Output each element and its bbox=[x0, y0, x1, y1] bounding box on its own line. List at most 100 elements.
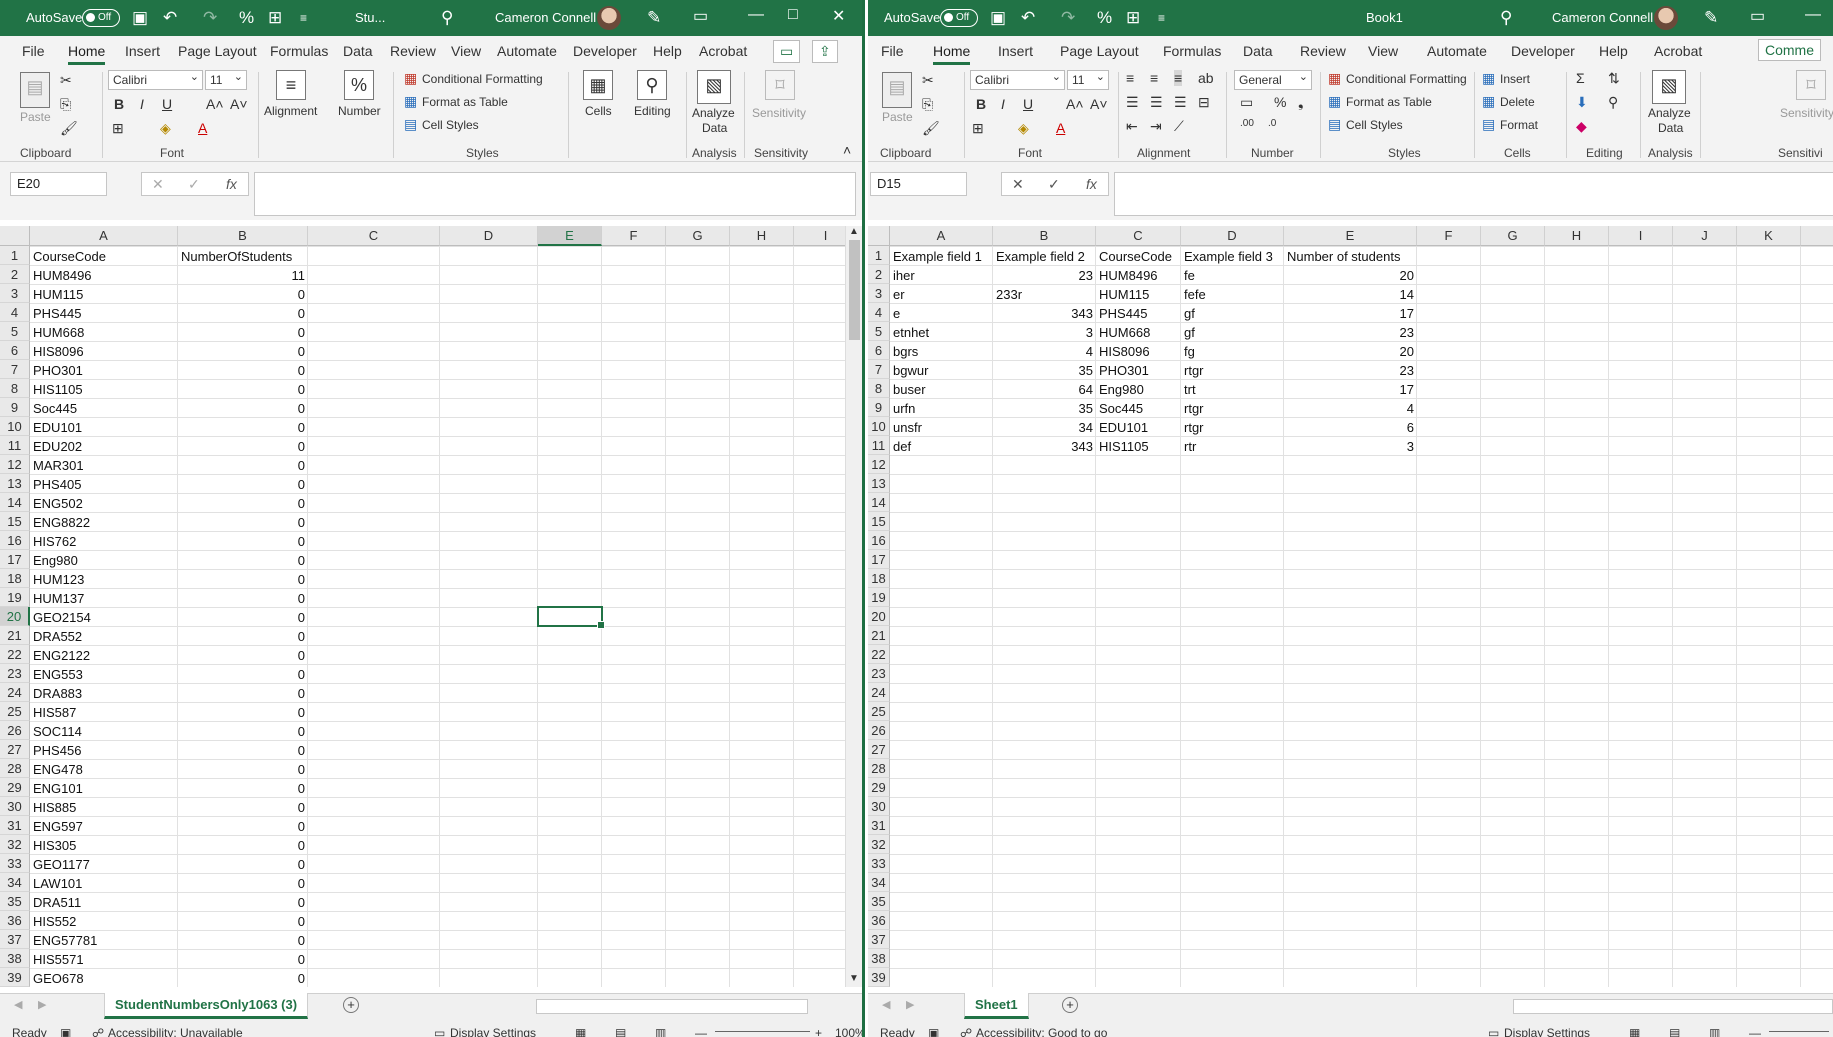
cell[interactable]: CourseCode bbox=[1096, 247, 1181, 266]
row-header[interactable]: 3 bbox=[0, 284, 30, 303]
tab-home[interactable]: Home bbox=[68, 43, 106, 65]
cut-icon[interactable]: ✂ bbox=[922, 72, 934, 89]
pen-icon[interactable]: ✎ bbox=[1704, 8, 1718, 28]
cell-styles-icon[interactable]: ▤ bbox=[1328, 116, 1341, 133]
cell[interactable]: 23 bbox=[993, 266, 1096, 285]
cell[interactable]: 0 bbox=[178, 551, 308, 570]
insert-function-icon[interactable]: fx bbox=[226, 173, 237, 195]
format-as-table-icon[interactable]: ▦ bbox=[404, 93, 417, 110]
cell[interactable]: e bbox=[890, 304, 993, 323]
row-header[interactable]: 8 bbox=[0, 379, 30, 398]
row-header[interactable]: 10 bbox=[0, 417, 30, 436]
cell[interactable]: 4 bbox=[1284, 399, 1417, 418]
cell[interactable]: HUM668 bbox=[30, 323, 178, 342]
row-header[interactable]: 8 bbox=[868, 379, 890, 398]
percent-icon[interactable]: % bbox=[1097, 8, 1112, 28]
tab-view[interactable]: View bbox=[451, 43, 481, 59]
share-icon[interactable]: ⇪ bbox=[812, 40, 838, 63]
cell[interactable]: 0 bbox=[178, 627, 308, 646]
align-bottom-icon[interactable]: ≡ bbox=[1174, 70, 1183, 86]
format-cells-icon[interactable]: ▤ bbox=[1482, 116, 1495, 133]
row-header[interactable]: 13 bbox=[868, 474, 890, 493]
column-header-c[interactable]: C bbox=[1096, 226, 1181, 246]
sort-filter-icon[interactable]: ⇅ bbox=[1608, 70, 1620, 87]
sensitivity-label[interactable]: Sensitivity bbox=[752, 106, 806, 120]
cell[interactable]: 0 bbox=[178, 532, 308, 551]
row-header[interactable]: 4 bbox=[868, 303, 890, 322]
row-header[interactable]: 29 bbox=[0, 778, 30, 797]
vertical-scrollbar[interactable]: ▲ ▼ bbox=[845, 226, 862, 987]
fill-color-icon[interactable]: ◈ bbox=[160, 120, 171, 137]
cell[interactable]: rtgr bbox=[1181, 399, 1284, 418]
cell[interactable]: 0 bbox=[178, 304, 308, 323]
format-icon[interactable]: ⊞ bbox=[1126, 8, 1140, 28]
clear-icon[interactable]: ◆ bbox=[1576, 118, 1587, 135]
cell[interactable]: MAR301 bbox=[30, 456, 178, 475]
cell[interactable]: SOC114 bbox=[30, 722, 178, 741]
cell[interactable]: Soc445 bbox=[30, 399, 178, 418]
underline-icon[interactable]: U bbox=[1023, 96, 1033, 112]
sheet-tab[interactable]: StudentNumbersOnly1063 (3) bbox=[104, 993, 309, 1019]
number-label[interactable]: Number bbox=[338, 104, 381, 118]
column-header-i[interactable]: I bbox=[1609, 226, 1673, 246]
cell[interactable]: ENG8822 bbox=[30, 513, 178, 532]
row-header[interactable]: 20 bbox=[0, 607, 30, 626]
cell[interactable]: Example field 1 bbox=[890, 247, 993, 266]
font-name-combo[interactable]: Calibri bbox=[970, 68, 1065, 90]
format-as-table-button[interactable]: Format as Table bbox=[422, 95, 508, 109]
cell[interactable]: 0 bbox=[178, 836, 308, 855]
cell[interactable]: 0 bbox=[178, 741, 308, 760]
cell[interactable]: GEO678 bbox=[30, 969, 178, 988]
normal-view-icon[interactable]: ▦ bbox=[575, 1026, 586, 1037]
row-header[interactable]: 24 bbox=[0, 683, 30, 702]
comma-style-icon[interactable]: ❟ bbox=[1298, 94, 1304, 111]
prev-sheet-icon[interactable]: ◀ bbox=[882, 998, 890, 1011]
cancel-icon[interactable]: ✕ bbox=[1012, 173, 1024, 195]
name-box[interactable]: E20 bbox=[10, 172, 107, 196]
row-header[interactable]: 17 bbox=[868, 550, 890, 569]
row-header[interactable]: 5 bbox=[0, 322, 30, 341]
tab-developer[interactable]: Developer bbox=[1511, 43, 1575, 59]
copy-icon[interactable]: ⎘ bbox=[922, 96, 933, 113]
file-name[interactable]: Book1 bbox=[1366, 10, 1403, 25]
delete-cells-button[interactable]: Delete bbox=[1500, 95, 1535, 109]
zoom-out-icon[interactable]: — bbox=[1749, 1026, 1761, 1037]
decrease-decimal-icon[interactable]: .0 bbox=[1268, 118, 1276, 129]
cell[interactable]: Example field 3 bbox=[1181, 247, 1284, 266]
column-header-g[interactable]: G bbox=[1481, 226, 1545, 246]
cell[interactable]: CourseCode bbox=[30, 247, 178, 266]
formula-input[interactable] bbox=[254, 172, 856, 216]
cell[interactable]: 0 bbox=[178, 399, 308, 418]
cell[interactable]: 0 bbox=[178, 494, 308, 513]
cell[interactable]: PHS445 bbox=[30, 304, 178, 323]
decrease-font-icon[interactable]: A˅ bbox=[1090, 96, 1108, 112]
sheet-tab[interactable]: Sheet1 bbox=[964, 993, 1029, 1019]
column-header-g[interactable]: G bbox=[666, 226, 730, 246]
cell[interactable]: 20 bbox=[1284, 342, 1417, 361]
cell[interactable]: 0 bbox=[178, 722, 308, 741]
cell[interactable]: def bbox=[890, 437, 993, 456]
underline-icon[interactable]: U bbox=[162, 96, 172, 112]
cell[interactable]: Example field 2 bbox=[993, 247, 1096, 266]
insert-cells-button[interactable]: Insert bbox=[1500, 72, 1530, 86]
save-icon[interactable]: ▣ bbox=[990, 8, 1006, 28]
column-header-f[interactable]: F bbox=[602, 226, 666, 246]
cell[interactable]: 0 bbox=[178, 570, 308, 589]
cell[interactable]: 343 bbox=[993, 304, 1096, 323]
select-all-corner[interactable] bbox=[868, 226, 890, 246]
cell[interactable]: etnhet bbox=[890, 323, 993, 342]
zoom-out-icon[interactable]: — bbox=[695, 1026, 707, 1037]
avatar[interactable] bbox=[1654, 6, 1678, 30]
cell[interactable]: 0 bbox=[178, 665, 308, 684]
formula-input[interactable] bbox=[1114, 172, 1833, 216]
increase-indent-icon[interactable]: ⇥ bbox=[1150, 118, 1162, 135]
row-header[interactable]: 29 bbox=[868, 778, 890, 797]
row-header[interactable]: 37 bbox=[868, 930, 890, 949]
column-header-c[interactable]: C bbox=[308, 226, 440, 246]
cell[interactable]: 23 bbox=[1284, 361, 1417, 380]
cell[interactable]: 17 bbox=[1284, 380, 1417, 399]
orientation-icon[interactable]: ⟋ bbox=[1174, 118, 1184, 135]
cell[interactable]: 0 bbox=[178, 285, 308, 304]
row-header[interactable]: 27 bbox=[0, 740, 30, 759]
prev-sheet-icon[interactable]: ◀ bbox=[14, 998, 22, 1011]
